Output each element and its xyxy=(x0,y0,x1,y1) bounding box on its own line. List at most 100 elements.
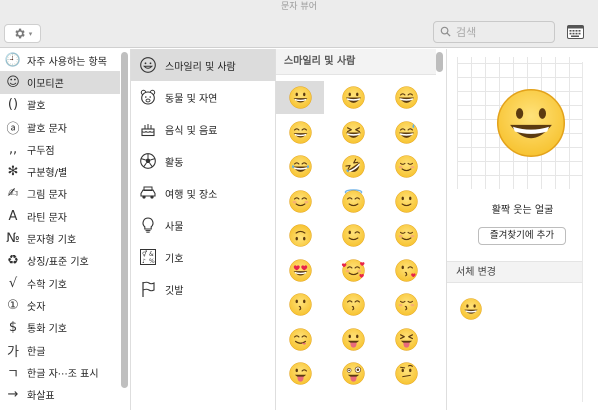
sidebar-item-label: 그림 문자 xyxy=(27,190,67,202)
relaxed-face-icon[interactable] xyxy=(382,150,430,183)
dollar-icon: $ xyxy=(8,320,18,336)
add-to-favorites-button[interactable]: 즐겨찾기에 추가 xyxy=(478,227,566,245)
subcategory-item[interactable]: 여행 및 장소 xyxy=(131,177,275,209)
smiley-face-icon[interactable] xyxy=(329,81,377,114)
grid-scrollbar[interactable] xyxy=(436,52,444,72)
wink-face-icon[interactable] xyxy=(329,219,377,252)
sidebar-item[interactable]: № 문자형 기호 xyxy=(0,227,120,249)
sweat-smile-face-icon[interactable] xyxy=(382,116,430,149)
slight-smile-face-icon[interactable] xyxy=(382,185,430,218)
sidebar-item[interactable]: ♻ 상징/표준 기호 xyxy=(0,250,120,272)
subcategory-label: 사물 xyxy=(165,221,184,233)
sidebar-item[interactable]: ‚, 구두점 xyxy=(0,138,120,160)
grinning-face-icon[interactable] xyxy=(276,81,324,114)
sidebar-item-label: 자주 사용하는 항목 xyxy=(27,56,107,68)
kissing-closed-eyes-face-icon[interactable] xyxy=(382,288,430,321)
smiley-outline-icon xyxy=(139,56,157,74)
chevron-down-icon: ▾ xyxy=(28,29,33,38)
keyboard-viewer-icon[interactable] xyxy=(567,25,584,39)
asterisk-icon: ✻ xyxy=(7,164,19,180)
hangul-icon: 가 xyxy=(7,344,19,360)
recycle-icon: ♻ xyxy=(7,253,19,269)
subcategory-item[interactable]: 활동 xyxy=(131,145,275,177)
joy-face-icon[interactable] xyxy=(276,150,324,183)
sidebar-item[interactable]: ㄱ 한글 자⋯조 표시 xyxy=(0,361,120,383)
upside-down-face-icon[interactable] xyxy=(276,219,324,252)
sidebar-item[interactable]: ⓐ 괄호 문자 xyxy=(0,116,120,138)
window-title: 문자 뷰어 xyxy=(0,0,598,14)
action-menu-button[interactable]: ▾ xyxy=(4,24,41,43)
smile-face-icon[interactable] xyxy=(382,81,430,114)
sidebar-item[interactable]: ① 숫자 xyxy=(0,294,120,316)
hangul-partial-icon: ㄱ xyxy=(7,366,19,382)
font-variation-header: 서체 변경 xyxy=(447,261,582,283)
sidebar-item-label: 상징/표준 기호 xyxy=(27,257,89,269)
preview-scrollbar xyxy=(582,62,583,402)
raised-eyebrow-face-icon[interactable] xyxy=(382,357,430,390)
kissing-smiling-eyes-face-icon[interactable] xyxy=(329,288,377,321)
kissing-face-icon[interactable] xyxy=(276,288,324,321)
kissing-heart-face-icon[interactable] xyxy=(382,254,430,287)
sidebar-item[interactable]: ☺ 이모티콘 xyxy=(0,71,120,94)
smiley-icon: ☺ xyxy=(6,74,20,90)
subcategory-label: 깃발 xyxy=(165,285,184,297)
yum-face-icon[interactable] xyxy=(276,323,324,356)
rofl-face-icon[interactable] xyxy=(329,150,377,183)
sidebar-item[interactable]: $ 통화 기호 xyxy=(0,317,120,339)
subcategory-item[interactable]: 음식 및 음료 xyxy=(131,113,275,145)
zany-face-icon[interactable] xyxy=(329,357,377,390)
circled-one-icon: ① xyxy=(7,297,19,313)
sidebar-item[interactable]: 🕘 자주 사용하는 항목 xyxy=(0,49,120,71)
sidebar-item[interactable]: ✻ 구분형/별 xyxy=(0,160,120,182)
parentheses-icon: () xyxy=(7,97,19,113)
tongue-out-face-icon[interactable] xyxy=(329,323,377,356)
subcategory-label: 음식 및 음료 xyxy=(165,125,218,137)
sidebar-item-label: 문자형 기호 xyxy=(27,235,77,247)
numero-icon: № xyxy=(6,231,20,247)
sidebar-scrollbar[interactable] xyxy=(120,52,128,388)
innocent-face-icon[interactable] xyxy=(329,185,377,218)
subcategory-label: 활동 xyxy=(165,157,184,169)
sidebar-item-label: 한글 자⋯조 표시 xyxy=(27,368,99,380)
subcategory-label: 기호 xyxy=(165,253,184,265)
grinning-face-preview-icon xyxy=(496,88,566,158)
sidebar-item-label: 이모티콘 xyxy=(27,78,64,90)
search-input[interactable] xyxy=(456,24,550,40)
sidebar-item-label: 화살표 xyxy=(27,391,55,403)
preview-panel: 활짝 웃는 얼굴 즐겨찾기에 추가 서체 변경 xyxy=(447,49,598,410)
sidebar-item-label: 한글 xyxy=(27,346,46,358)
subcategory-item[interactable]: 깃발 xyxy=(131,273,275,305)
sidebar-item[interactable]: → 화살표 xyxy=(0,383,120,405)
relieved-face-icon[interactable] xyxy=(382,219,430,252)
grin-face-icon[interactable] xyxy=(276,116,324,149)
subcategory-label: 스마일리 및 사람 xyxy=(165,61,236,73)
svg-text:%: % xyxy=(149,258,155,265)
blush-face-icon[interactable] xyxy=(276,185,324,218)
search-icon xyxy=(440,26,451,37)
sidebar-item[interactable]: 가 한글 xyxy=(0,339,120,361)
subcategory-list: 스마일리 및 사람동물 및 자연음식 및 음료활동여행 및 장소사물 ⚥ & ♪% 기호… xyxy=(131,49,275,410)
sidebar-item[interactable]: ✍ 그림 문자 xyxy=(0,183,120,205)
subcategory-item[interactable]: 사물 xyxy=(131,209,275,241)
car-outline-icon xyxy=(139,184,157,202)
sidebar-item[interactable]: A 라틴 문자 xyxy=(0,205,120,227)
subcategory-item[interactable]: ⚥ & ♪% 기호 xyxy=(131,241,275,273)
subcategory-item[interactable]: 스마일리 및 사람 xyxy=(131,49,275,81)
search-field[interactable] xyxy=(433,21,555,43)
subcategory-label: 동물 및 자연 xyxy=(165,93,218,105)
sidebar-item[interactable]: √ 수학 기호 xyxy=(0,272,120,294)
smiling-hearts-face-icon[interactable] xyxy=(329,254,377,287)
grinning-face-variant-icon[interactable] xyxy=(459,297,483,321)
squinting-tongue-face-icon[interactable] xyxy=(382,323,430,356)
flag-icon xyxy=(139,280,157,298)
sidebar-item[interactable]: () 괄호 xyxy=(0,94,120,116)
subcategory-item[interactable]: 동물 및 자연 xyxy=(131,81,275,113)
bear-outline-icon xyxy=(139,88,157,106)
subcategory-label: 여행 및 장소 xyxy=(165,189,218,201)
heart-eyes-face-icon[interactable] xyxy=(276,254,324,287)
sidebar-item-label: 라틴 문자 xyxy=(27,212,67,224)
winking-tongue-face-icon[interactable] xyxy=(276,357,324,390)
laughing-face-icon[interactable] xyxy=(329,116,377,149)
svg-text:&: & xyxy=(149,251,154,258)
symbols-icon: ⚥ & ♪% xyxy=(139,248,157,266)
